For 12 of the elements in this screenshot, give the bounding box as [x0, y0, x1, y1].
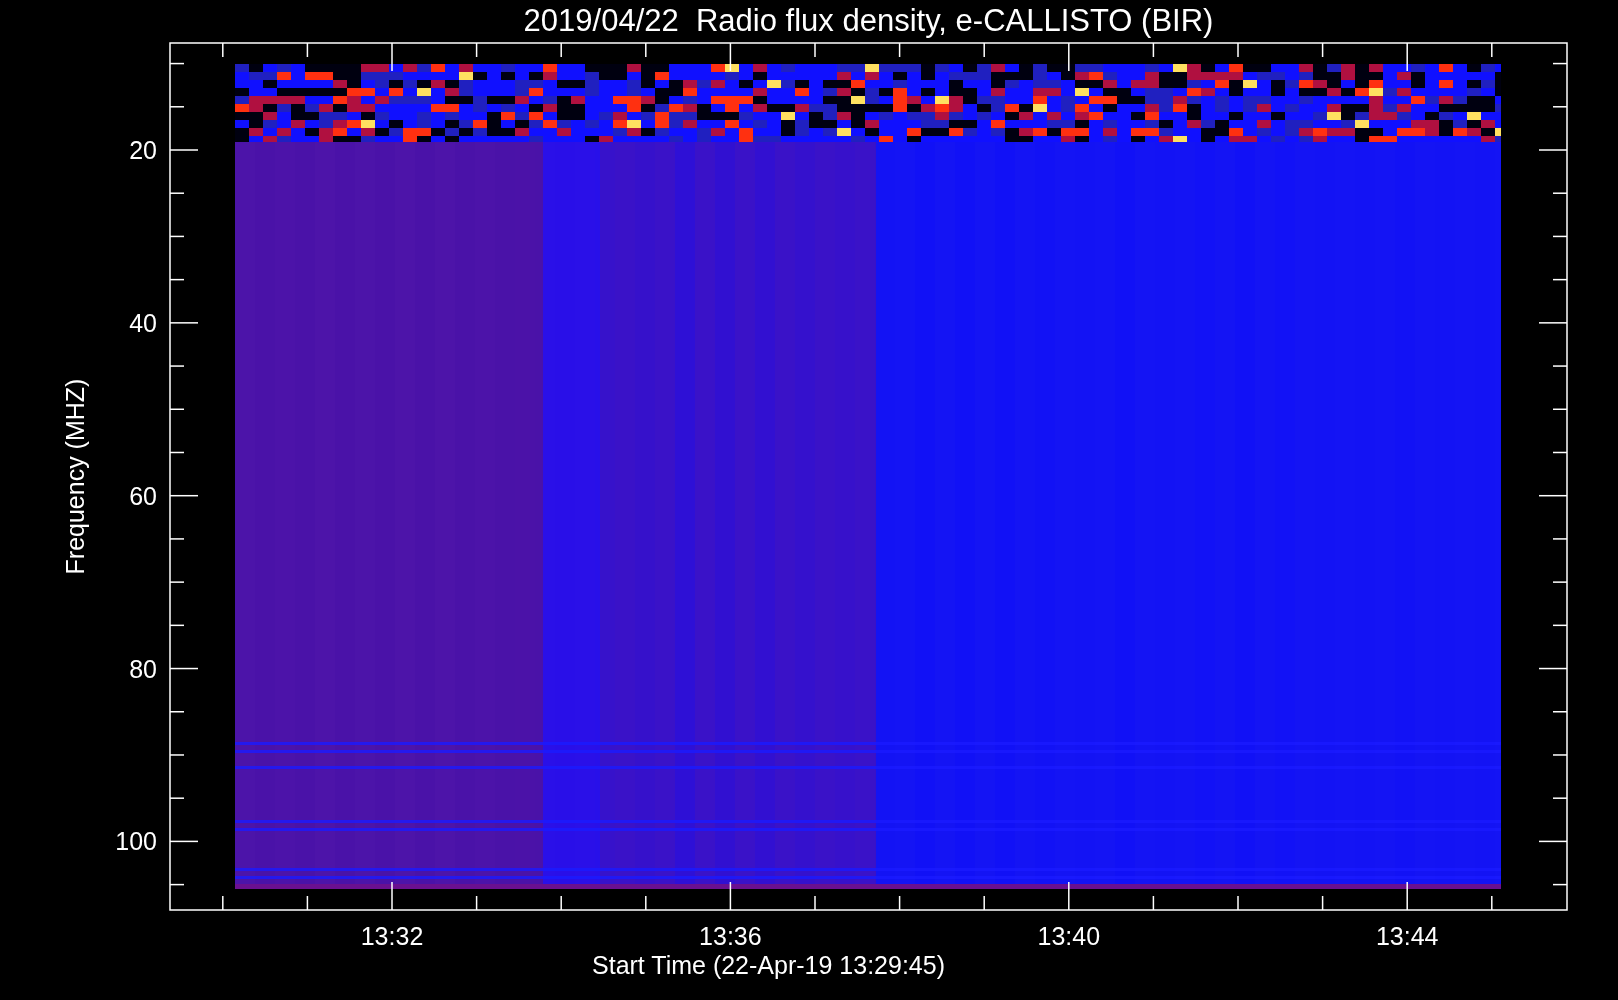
x-tick-label: 13:40 — [1037, 922, 1101, 950]
y-tick-label: 100 — [115, 827, 157, 856]
y-tick-label: 80 — [129, 654, 157, 683]
x-tick-label: 13:32 — [360, 922, 424, 950]
y-tick-label: 40 — [129, 308, 157, 337]
y-tick-label: 20 — [129, 136, 157, 164]
x-axis-label: Start Time (22-Apr-19 13:29:45) — [592, 951, 945, 979]
x-tick-label: 13:36 — [699, 922, 762, 950]
y-tick-label: 60 — [129, 481, 157, 510]
chart-title: 2019/04/22 Radio flux density, e-CALLISTO (BIR) — [523, 3, 1214, 38]
x-tick-label: 13:44 — [1375, 922, 1439, 950]
y-axis-label: Frequency (MHZ) — [61, 378, 89, 575]
